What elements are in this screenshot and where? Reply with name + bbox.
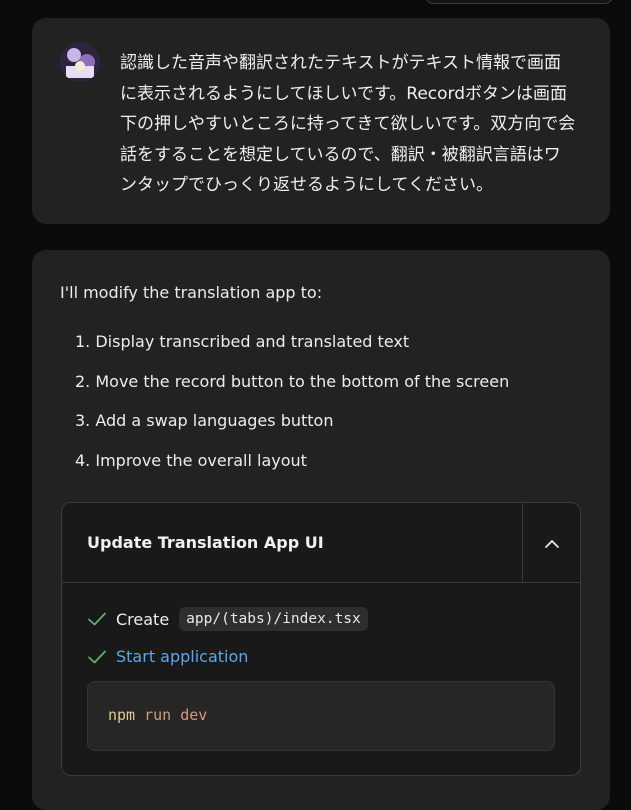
artifact-title: Update Translation App UI [87, 533, 324, 552]
list-item: 3. Add a swap languages button [75, 411, 334, 430]
start-app-row: Start application [87, 647, 248, 666]
artifact-panel: Update Translation App UI Create app/(ta… [61, 502, 581, 776]
create-file-row: Create app/(tabs)/index.tsx [87, 607, 368, 631]
artifact-header[interactable]: Update Translation App UI [62, 503, 580, 583]
list-item: 2. Move the record button to the bottom … [75, 371, 510, 391]
check-icon [88, 650, 106, 663]
user-avatar [60, 42, 100, 82]
steps-list: 1. Display transcribed and translated te… [75, 332, 509, 490]
list-item: 1. Display transcribed and translated te… [75, 332, 410, 351]
collapse-button[interactable] [522, 503, 580, 583]
user-message-line: に表示されるようにしてほしいです。Recordボタンは画面 [120, 83, 568, 104]
command-args: run dev [144, 706, 208, 724]
user-message-line: 認識した音声や翻訳されたテキストがテキスト情報で画面 [120, 53, 561, 73]
command-name: npm [108, 706, 145, 724]
user-message-text: 認識した音声や翻訳されたテキストがテキスト情報で画面 に表示されるようにしてほし… [120, 48, 590, 201]
start-application-link[interactable]: Start application [116, 647, 248, 666]
assistant-intro: I'll modify the translation app to: [60, 283, 323, 302]
list-item: 4. Improve the overall layout [75, 450, 307, 470]
user-message-line: 下の押しやすいところに持ってきて欲しいです。双方向で会 [120, 114, 576, 134]
user-message-card: 認識した音声や翻訳されたテキストがテキスト情報で画面 に表示されるようにしてほし… [32, 18, 610, 224]
check-icon [88, 612, 106, 626]
top-button-stub[interactable] [424, 0, 614, 4]
command-block: npm run dev [87, 681, 555, 751]
create-label: Create [116, 609, 170, 629]
user-message-line: 話をすることを想定しているので、翻訳・被翻訳言語はワ [120, 144, 561, 165]
user-message-line: ンタップでひっくり返せるようにしてください。 [120, 175, 493, 195]
assistant-message-card: I'll modify the translation app to: 1. D… [32, 250, 610, 810]
chevron-up-icon [544, 539, 559, 548]
file-path-chip[interactable]: app/(tabs)/index.tsx [179, 607, 368, 631]
